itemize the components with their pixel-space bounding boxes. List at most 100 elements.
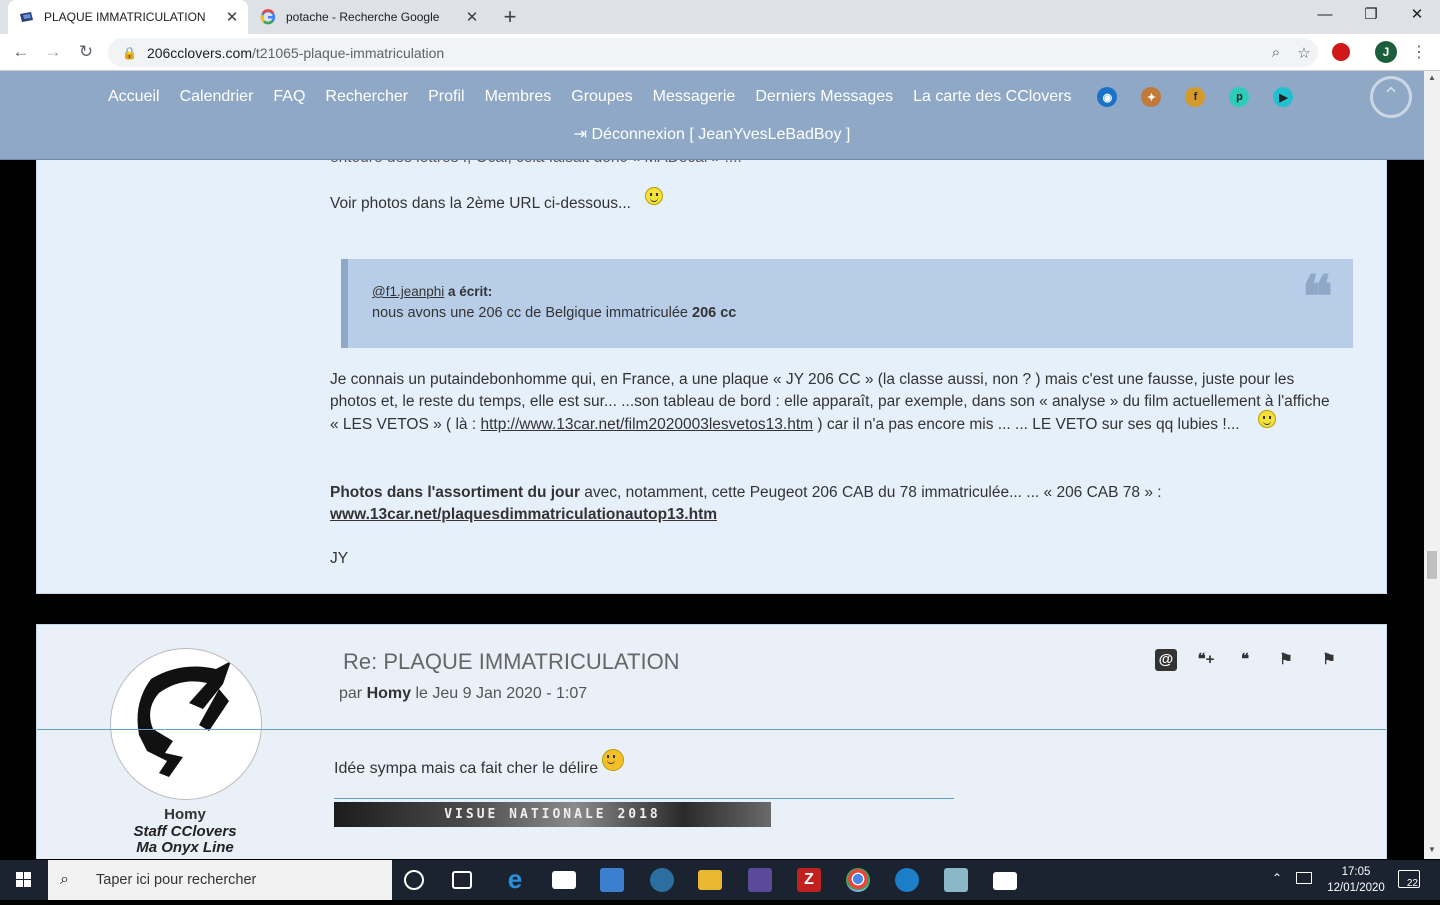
site-navbar: Accueil Calendrier FAQ Rechercher Profil… <box>0 71 1424 160</box>
google-icon <box>260 9 276 25</box>
quote-block: @f1.jeanphi a écrit: nous avons une 206 … <box>341 259 1353 348</box>
nav-messagerie[interactable]: Messagerie <box>653 88 736 106</box>
scroll-down-icon[interactable]: ▼ <box>1424 845 1440 854</box>
zoom-icon[interactable]: ⌕ <box>1262 44 1290 61</box>
browser-tab-strip: PLAQUE IMMATRICULATION ✕ potache - Reche… <box>0 0 1440 34</box>
chrome-icon[interactable] <box>846 868 870 892</box>
notification-icon[interactable]: 22 <box>1398 870 1420 889</box>
bookmark-star-icon[interactable]: ☆ <box>1290 44 1318 62</box>
filezilla-icon[interactable]: Z <box>797 868 821 892</box>
report-icon[interactable]: ⚑ <box>1275 649 1297 671</box>
post-paragraph: Je connais un putaindebonhomme qui, en F… <box>330 371 1330 433</box>
quote-icon[interactable]: ❝ <box>1234 649 1256 671</box>
facebook-icon[interactable]: f <box>1185 87 1206 107</box>
scroll-top-icon[interactable]: ⌃ <box>1370 76 1412 118</box>
task-view-icon[interactable] <box>452 871 472 889</box>
user-rank: Ma Onyx Line <box>136 839 234 856</box>
post-text: Idée sympa mais ca fait cher le délire <box>334 749 625 778</box>
nav-calendrier[interactable]: Calendrier <box>180 88 254 106</box>
edge-icon[interactable]: e <box>503 866 527 892</box>
profile-avatar[interactable]: J <box>1375 41 1397 63</box>
file-explorer-icon[interactable] <box>698 870 722 890</box>
windows-taskbar: ⌕ Taper ici pour rechercher e Z ⌃ 17:05 1… <box>0 860 1440 900</box>
post-signoff: JY <box>330 550 349 567</box>
post-title[interactable]: Re: PLAQUE IMMATRICULATION <box>343 649 680 675</box>
site-favicon-icon <box>20 12 33 22</box>
nav-derniers-messages[interactable]: Derniers Messages <box>755 88 893 106</box>
app-icon[interactable] <box>748 868 772 892</box>
nav-profil[interactable]: Profil <box>428 88 464 106</box>
username[interactable]: Homy <box>37 806 333 823</box>
avatar[interactable] <box>110 648 262 800</box>
clock[interactable]: 17:05 12/01/2020 <box>1316 864 1396 896</box>
windows-start-button[interactable] <box>0 860 48 900</box>
quote-text: nous avons une 206 cc de Belgique immatr… <box>372 305 737 321</box>
quote-author-link[interactable]: @f1.jeanphi <box>372 284 444 299</box>
plaques-link[interactable]: www.13car.net/plaquesdimmatriculationaut… <box>330 506 717 523</box>
nav-groupes[interactable]: Groupes <box>571 88 632 106</box>
forum-post: entoure des lettres I, Ocal, cela faisai… <box>36 111 1387 594</box>
chevron-up-icon[interactable]: ⌃ <box>1272 871 1282 885</box>
smile-icon <box>1257 410 1276 428</box>
pinterest-icon[interactable]: p <box>1229 87 1250 107</box>
logout-link[interactable]: ⇥ Déconnexion [ JeanYvesLeBadBoy ] <box>0 124 1424 144</box>
tab-google-search[interactable]: potache - Recherche Google ✕ <box>250 0 488 34</box>
lock-icon: 🔒 <box>122 45 137 60</box>
tab-title: potache - Recherche Google <box>286 10 440 24</box>
multiquote-icon[interactable]: ❝+ <box>1192 649 1220 671</box>
wifi-icon[interactable]: ◉ <box>1097 87 1118 107</box>
search-icon: ⌕ <box>60 871 69 888</box>
cortana-icon[interactable] <box>404 870 424 890</box>
notepad-icon[interactable] <box>944 868 968 892</box>
post-author[interactable]: Homy <box>367 685 411 702</box>
post-text: Voir photos dans la 2ème URL ci-dessous.… <box>330 187 663 215</box>
mail-icon[interactable] <box>552 871 576 889</box>
logout-icon: ⇥ <box>573 126 592 143</box>
moderate-icon[interactable]: ⚑ <box>1318 649 1340 671</box>
thunderbird-icon[interactable] <box>895 868 919 892</box>
page-viewport: Accueil Calendrier FAQ Rechercher Profil… <box>0 71 1424 859</box>
tab-plaque-immatriculation[interactable]: PLAQUE IMMATRICULATION ✕ <box>8 0 248 34</box>
page-scrollbar[interactable]: ▲ ▼ <box>1424 71 1440 859</box>
battery-icon[interactable] <box>1296 872 1312 884</box>
youtube-icon[interactable]: ▶ <box>1273 87 1294 107</box>
mention-icon[interactable]: @ <box>1155 649 1177 671</box>
twitter-icon[interactable]: ✦ <box>1141 87 1162 107</box>
film-link[interactable]: http://www.13car.net/film2020003lesvetos… <box>480 416 813 433</box>
quote-author: @f1.jeanphi a écrit: <box>372 284 493 299</box>
taskbar-search-field[interactable]: ⌕ Taper ici pour rechercher <box>48 860 392 900</box>
signature-divider <box>334 798 954 799</box>
address-toolbar: ← → ↻ 🔒 206cclovers.com/t21065-plaque-im… <box>0 34 1440 71</box>
close-window-icon[interactable]: ✕ <box>1394 4 1440 30</box>
url-text: 206cclovers.com/t21065-plaque-immatricul… <box>146 44 445 61</box>
nav-membres[interactable]: Membres <box>485 88 552 106</box>
close-tab-icon[interactable]: ✕ <box>462 8 482 26</box>
windows-logo-icon <box>16 872 31 887</box>
close-tab-icon[interactable]: ✕ <box>222 8 242 26</box>
reload-icon[interactable]: ↻ <box>73 40 99 66</box>
opera-extension-icon[interactable] <box>1332 43 1350 61</box>
nav-carte-cclovers[interactable]: La carte des CClovers <box>913 88 1071 106</box>
app-icon[interactable] <box>650 868 674 892</box>
new-tab-button[interactable]: + <box>498 4 522 30</box>
browser-menu-icon[interactable]: ⋮ <box>1409 42 1429 62</box>
panther-logo-icon <box>137 661 231 777</box>
scroll-up-icon[interactable]: ▲ <box>1424 73 1440 82</box>
scroll-thumb[interactable] <box>1427 551 1437 579</box>
nav-accueil[interactable]: Accueil <box>108 88 160 106</box>
minimize-icon[interactable]: — <box>1302 4 1348 30</box>
tab-title: PLAQUE IMMATRICULATION <box>44 10 206 24</box>
post-meta: par Homy le Jeu 9 Jan 2020 - 1:07 <box>339 685 588 702</box>
nav-faq[interactable]: FAQ <box>273 88 305 106</box>
back-icon[interactable]: ← <box>8 40 34 66</box>
url-field[interactable]: 🔒 206cclovers.com/t21065-plaque-immatric… <box>108 38 1318 67</box>
shocked-smiley-icon <box>602 749 625 771</box>
smile-icon <box>644 187 663 205</box>
store-icon[interactable] <box>600 868 624 892</box>
restore-icon[interactable]: ❐ <box>1348 4 1394 30</box>
user-rank: Staff CClovers <box>133 823 237 840</box>
video-editor-icon[interactable] <box>993 872 1017 890</box>
nav-rechercher[interactable]: Rechercher <box>325 88 408 106</box>
forward-icon[interactable]: → <box>40 40 66 66</box>
forum-post: Homy Staff CClovers Ma Onyx Line Re: PLA… <box>36 624 1387 859</box>
